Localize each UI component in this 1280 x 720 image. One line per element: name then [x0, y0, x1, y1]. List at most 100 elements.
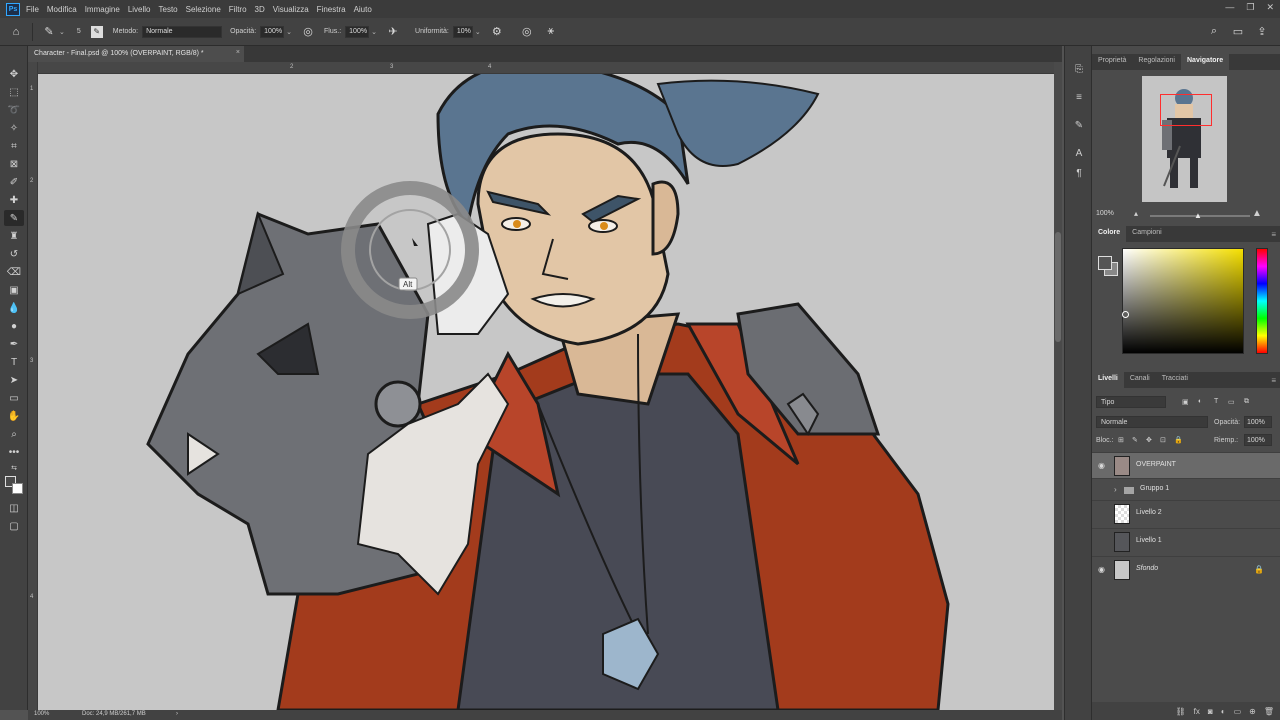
- menu-modifica[interactable]: Modifica: [47, 5, 77, 14]
- layer-style-icon[interactable]: fx: [1194, 707, 1200, 716]
- workspace-icon[interactable]: ▭: [1230, 24, 1246, 40]
- screen-mode-icon[interactable]: ▢: [4, 518, 24, 534]
- symmetry-icon[interactable]: ⚹: [543, 24, 559, 40]
- type-tool-icon[interactable]: T: [4, 354, 24, 370]
- layer-row-sfondo[interactable]: ◉ Sfondo 🔒: [1092, 556, 1280, 582]
- healing-tool-icon[interactable]: ✚: [4, 192, 24, 208]
- panel-menu-icon[interactable]: ≡: [1271, 376, 1276, 385]
- status-zoom[interactable]: 100%: [34, 711, 49, 717]
- layer-name[interactable]: Gruppo 1: [1140, 485, 1169, 492]
- tab-adjustments[interactable]: Regolazioni: [1132, 54, 1181, 70]
- lock-transparent-icon[interactable]: ⊞: [1118, 436, 1124, 444]
- crop-tool-icon[interactable]: ⌗: [4, 138, 24, 154]
- eye-icon[interactable]: ◉: [1098, 461, 1105, 470]
- flow-input[interactable]: 100%: [345, 25, 370, 38]
- filter-pixel-icon[interactable]: ▣: [1182, 398, 1189, 406]
- menu-filtro[interactable]: Filtro: [229, 5, 247, 14]
- zoom-out-icon[interactable]: ▴: [1134, 209, 1138, 218]
- layer-row-overpaint[interactable]: ◉ OVERPAINT: [1092, 452, 1280, 478]
- hue-slider[interactable]: [1256, 248, 1268, 354]
- new-layer-icon[interactable]: ⊕: [1249, 707, 1256, 716]
- chevron-down-icon[interactable]: ⌄: [371, 28, 377, 36]
- navigator-view-box[interactable]: [1160, 94, 1212, 126]
- brush-tool-icon[interactable]: ✎: [4, 210, 24, 226]
- chevron-down-icon[interactable]: ⌄: [59, 28, 65, 36]
- blend-mode-select[interactable]: Normale: [1096, 416, 1208, 428]
- add-mask-icon[interactable]: ◙: [1208, 707, 1213, 716]
- method-select[interactable]: Normale: [142, 25, 223, 38]
- navigator-zoom-slider[interactable]: ▲: [1150, 211, 1250, 220]
- search-icon[interactable]: ⌕: [1206, 24, 1222, 40]
- canvas-vertical-scrollbar[interactable]: [1054, 62, 1062, 710]
- eraser-tool-icon[interactable]: ⌫: [4, 264, 24, 280]
- frame-tool-icon[interactable]: ⊠: [4, 156, 24, 172]
- paragraph-panel-icon[interactable]: ¶: [1071, 166, 1087, 180]
- adjustments-panel-icon[interactable]: ≡: [1071, 90, 1087, 104]
- tab-color[interactable]: Colore: [1092, 226, 1127, 242]
- zoom-tool-icon[interactable]: ⌕: [4, 426, 24, 442]
- chevron-down-icon[interactable]: ⌄: [286, 28, 292, 36]
- close-icon[interactable]: ×: [236, 49, 240, 56]
- pen-tool-icon[interactable]: ✒: [4, 336, 24, 352]
- close-icon[interactable]: ✕: [1266, 2, 1274, 13]
- layer-name[interactable]: Sfondo: [1136, 565, 1158, 572]
- status-arrow-icon[interactable]: ›: [176, 711, 178, 717]
- layer-name[interactable]: OVERPAINT: [1136, 461, 1176, 468]
- pressure-size-icon[interactable]: ◎: [519, 24, 535, 40]
- fill-input[interactable]: 100%: [1244, 434, 1272, 446]
- tab-swatches[interactable]: Campioni: [1126, 226, 1168, 242]
- stamp-tool-icon[interactable]: ♜: [4, 228, 24, 244]
- dodge-tool-icon[interactable]: ●: [4, 318, 24, 334]
- layer-name[interactable]: Livello 1: [1136, 537, 1162, 544]
- menu-testo[interactable]: Testo: [159, 5, 178, 14]
- gradient-tool-icon[interactable]: ▣: [4, 282, 24, 298]
- lock-artboard-icon[interactable]: ⊡: [1160, 436, 1166, 444]
- menu-file[interactable]: File: [26, 5, 39, 14]
- menu-livello[interactable]: Livello: [128, 5, 151, 14]
- history-brush-tool-icon[interactable]: ↺: [4, 246, 24, 262]
- chevron-down-icon[interactable]: ⌄: [475, 28, 481, 36]
- quick-select-tool-icon[interactable]: ✧: [4, 120, 24, 136]
- brush-size-value[interactable]: 5: [77, 28, 81, 35]
- lasso-tool-icon[interactable]: ➰: [4, 102, 24, 118]
- filter-smart-object-icon[interactable]: ⧉: [1244, 398, 1249, 406]
- marquee-tool-icon[interactable]: ⬚: [4, 84, 24, 100]
- tab-channels[interactable]: Canali: [1124, 372, 1156, 388]
- zoom-in-icon[interactable]: ▲: [1252, 208, 1262, 219]
- lock-all-icon[interactable]: 🔒: [1174, 436, 1183, 444]
- menu-immagine[interactable]: Immagine: [85, 5, 120, 14]
- lock-position-icon[interactable]: ✥: [1146, 436, 1152, 444]
- chevron-right-icon[interactable]: ›: [1114, 485, 1117, 494]
- slider-knob[interactable]: ▲: [1194, 211, 1202, 220]
- navigator-preview[interactable]: [1142, 76, 1227, 202]
- filter-shape-icon[interactable]: ▭: [1228, 398, 1235, 406]
- new-group-icon[interactable]: ▭: [1234, 707, 1242, 716]
- adjustment-layer-icon[interactable]: ◐: [1221, 707, 1226, 716]
- quick-mask-icon[interactable]: ◫: [4, 500, 24, 516]
- color-picker-field[interactable]: [1122, 248, 1244, 354]
- lock-icon[interactable]: 🔒: [1254, 565, 1264, 574]
- minimize-icon[interactable]: —: [1225, 2, 1234, 13]
- menu-finestra[interactable]: Finestra: [317, 5, 346, 14]
- background-color-swatch[interactable]: [12, 483, 23, 494]
- menu-aiuto[interactable]: Aiuto: [354, 5, 372, 14]
- layer-opacity-input[interactable]: 100%: [1244, 416, 1272, 428]
- document-tab[interactable]: Character - Final.psd @ 100% (OVERPAINT,…: [28, 46, 244, 62]
- link-layers-icon[interactable]: ⛓: [1176, 707, 1186, 716]
- shape-tool-icon[interactable]: ▭: [4, 390, 24, 406]
- brush-panel-icon[interactable]: ✎: [1071, 118, 1087, 132]
- foreground-color-swatch[interactable]: [1098, 256, 1112, 270]
- menu-selezione[interactable]: Selezione: [186, 5, 221, 14]
- layer-row-livello-1[interactable]: Livello 1: [1092, 528, 1280, 554]
- layer-filter-select[interactable]: Tipo: [1096, 396, 1166, 408]
- tab-properties[interactable]: Proprietà: [1092, 54, 1132, 70]
- photoshop-logo-icon[interactable]: Ps: [6, 2, 20, 16]
- character-panel-icon[interactable]: A: [1071, 146, 1087, 160]
- filter-type-icon[interactable]: T: [1214, 398, 1218, 405]
- maximize-icon[interactable]: ❐: [1246, 2, 1254, 13]
- delete-layer-icon[interactable]: 🗑: [1264, 707, 1274, 716]
- move-tool-icon[interactable]: ✥: [4, 66, 24, 82]
- home-icon[interactable]: ⌂: [8, 24, 24, 40]
- menu-3d[interactable]: 3D: [255, 5, 265, 14]
- filter-adjustment-icon[interactable]: ◐: [1198, 398, 1202, 405]
